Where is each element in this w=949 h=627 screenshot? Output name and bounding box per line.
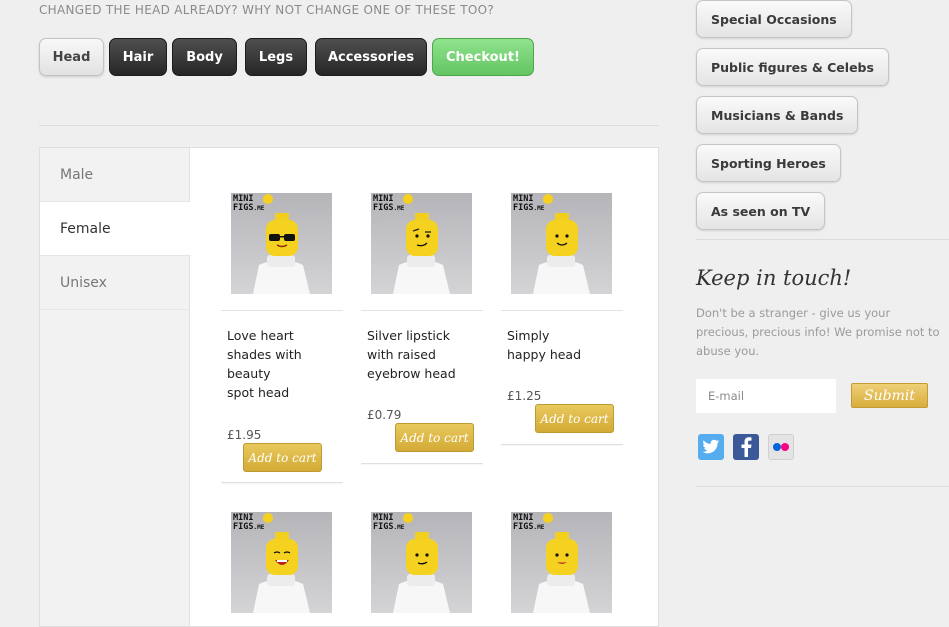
add-to-cart-button[interactable]: Add to cart — [395, 423, 474, 452]
card-bottom-line — [221, 482, 343, 483]
product-image[interactable]: MINI FIGS.ME — [511, 512, 612, 613]
product-price: £0.79 — [367, 408, 402, 422]
flickr-link[interactable] — [768, 434, 794, 460]
category-public-figures[interactable]: Public figures & Celebs — [696, 48, 889, 86]
card-bottom-line — [501, 444, 623, 445]
product-image[interactable]: MINI FIGS.ME — [511, 193, 612, 294]
card-divider — [501, 310, 623, 311]
card-bottom-line — [361, 463, 483, 464]
card-divider — [221, 310, 343, 311]
product-price: £1.95 — [227, 428, 262, 442]
category-musicians[interactable]: Musicians & Bands — [696, 96, 859, 134]
twitter-icon — [702, 439, 720, 454]
product-image[interactable]: MINI FIGS.ME — [371, 193, 472, 294]
minifigs-logo: MINI FIGS.ME — [233, 194, 273, 213]
minifigs-logo: MINI FIGS.ME — [233, 513, 273, 532]
card-divider — [361, 310, 483, 311]
flickr-icon — [773, 443, 789, 451]
minifigs-logo: MINI FIGS.ME — [373, 513, 413, 532]
product-name[interactable]: Love heart shades with beauty spot head — [227, 326, 337, 402]
minifigs-logo: MINI FIGS.ME — [373, 194, 413, 213]
head-button[interactable]: Head — [39, 38, 104, 76]
tab-male[interactable]: Male — [40, 148, 190, 202]
tab-unisex[interactable]: Unisex — [40, 256, 190, 310]
newsletter-title: Keep in touch! — [696, 266, 852, 290]
gender-tabs: Male Female Unisex — [40, 148, 191, 626]
twitter-link[interactable] — [698, 434, 724, 460]
facebook-link[interactable] — [733, 434, 759, 460]
facebook-icon — [741, 437, 752, 457]
submit-button[interactable]: Submit — [851, 383, 928, 408]
category-special-occasions[interactable]: Special Occasions — [696, 0, 852, 38]
header-tagline: CHANGED THE HEAD ALREADY? WHY NOT CHANGE… — [39, 3, 495, 17]
product-name[interactable]: Simply happy head — [507, 326, 617, 364]
minifigs-logo: MINI FIGS.ME — [513, 513, 553, 532]
newsletter-description: Don't be a stranger - give us your preci… — [696, 306, 940, 358]
body-button[interactable]: Body — [172, 38, 237, 76]
category-as-seen-on-tv[interactable]: As seen on TV — [696, 192, 826, 230]
minifigs-logo: MINI FIGS.ME — [513, 194, 553, 213]
email-input[interactable] — [696, 379, 836, 413]
legs-button[interactable]: Legs — [245, 38, 307, 76]
checkout-button[interactable]: Checkout! — [432, 38, 534, 76]
product-price: £1.25 — [507, 389, 542, 403]
sidebar-divider-top — [696, 239, 949, 240]
product-panel: Male Female Unisex MINI FIGS.ME Love heart… — [39, 147, 659, 627]
product-image[interactable]: MINI FIGS.ME — [231, 193, 332, 294]
product-image[interactable]: MINI FIGS.ME — [231, 512, 332, 613]
product-name[interactable]: Silver lipstick with raised eyebrow head — [367, 326, 477, 383]
add-to-cart-button[interactable]: Add to cart — [243, 443, 322, 472]
hair-button[interactable]: Hair — [109, 38, 167, 76]
tab-female[interactable]: Female — [40, 202, 191, 256]
product-image[interactable]: MINI FIGS.ME — [371, 512, 472, 613]
header-divider — [39, 125, 659, 126]
add-to-cart-button[interactable]: Add to cart — [535, 404, 614, 433]
sidebar-divider-bottom — [696, 486, 949, 487]
accessories-button[interactable]: Accessories — [315, 38, 427, 76]
category-sporting-heroes[interactable]: Sporting Heroes — [696, 144, 841, 182]
